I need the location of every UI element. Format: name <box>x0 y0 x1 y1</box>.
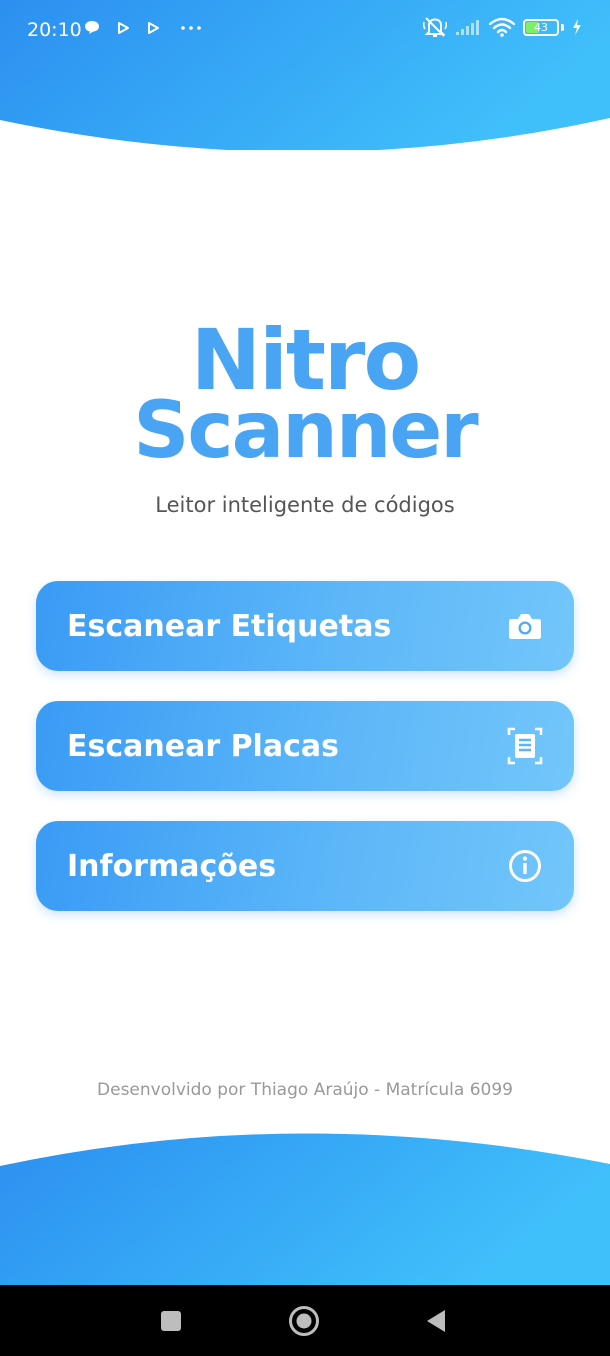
system-status-icons: 43 <box>423 16 582 38</box>
battery-level: 43 <box>534 20 548 34</box>
document-scan-icon <box>506 727 544 765</box>
play-icon <box>148 21 159 34</box>
notification-icons <box>84 20 202 35</box>
wifi-icon <box>489 17 515 37</box>
scan-labels-label: Escanear Etiquetas <box>67 608 392 644</box>
info-button[interactable]: Informações <box>36 821 574 911</box>
camera-icon <box>506 607 544 645</box>
developer-credit: Desenvolvido por Thiago Araújo - Matrícu… <box>97 1080 513 1100</box>
home-circle-icon[interactable] <box>286 1303 322 1339</box>
signal-icon <box>456 20 479 35</box>
charging-icon <box>573 19 581 35</box>
back-triangle-icon[interactable] <box>418 1303 454 1339</box>
bottom-wave-footer <box>0 1133 610 1285</box>
recents-square-icon[interactable] <box>153 1303 189 1339</box>
logo-line-2: Scanner <box>133 386 478 476</box>
scan-plates-label: Escanear Placas <box>67 728 339 764</box>
more-dots-icon <box>181 25 201 30</box>
chat-bubble-icon <box>85 21 99 34</box>
info-label: Informações <box>67 848 277 884</box>
scan-labels-button[interactable]: Escanear Etiquetas <box>36 581 574 671</box>
play-icon <box>118 21 129 34</box>
navigation-bar <box>0 1285 610 1356</box>
status-time: 20:10 <box>27 19 82 41</box>
info-icon <box>506 847 544 885</box>
scan-plates-button[interactable]: Escanear Placas <box>36 701 574 791</box>
battery-icon: 43 <box>523 18 559 36</box>
status-bar: 20:10 43 <box>0 0 610 60</box>
battery-cap <box>561 23 564 31</box>
app-subtitle: Leitor inteligente de códigos <box>155 493 455 517</box>
app-logo: Nitro Scanner <box>0 318 610 470</box>
mute-icon <box>423 17 447 37</box>
